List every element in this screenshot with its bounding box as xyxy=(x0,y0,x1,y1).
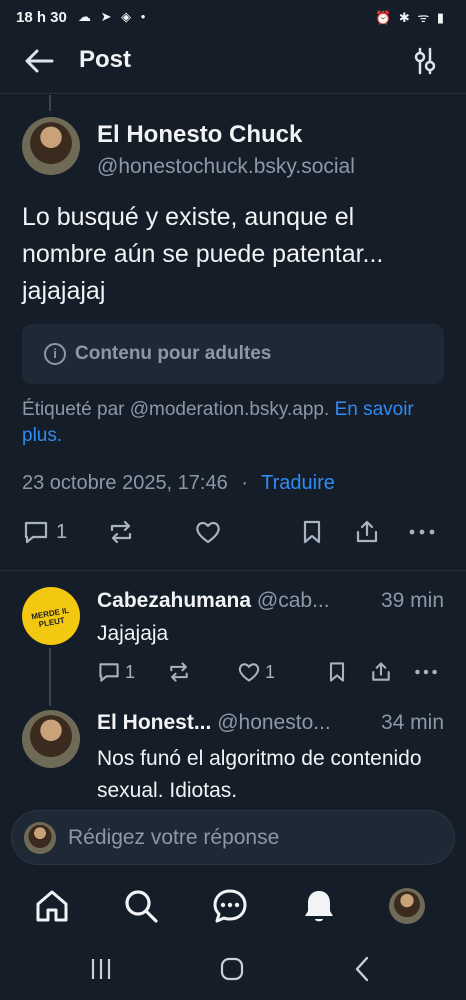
like-button[interactable]: 1 xyxy=(237,658,275,686)
nav-home[interactable] xyxy=(33,887,71,925)
date-separator: · xyxy=(241,472,248,494)
square-home-icon xyxy=(220,957,244,981)
thread-line xyxy=(49,95,51,111)
nav-messages[interactable] xyxy=(211,887,249,925)
more-options-button[interactable] xyxy=(407,515,437,549)
post-date-line: 23 octobre 2025, 17:46 · Traduire xyxy=(22,472,335,495)
reply-button[interactable]: 1 xyxy=(22,515,67,549)
search-icon xyxy=(125,890,158,923)
divider xyxy=(0,570,466,571)
translate-link[interactable]: Traduire xyxy=(261,472,335,494)
share-button[interactable] xyxy=(369,658,393,686)
system-icons: ⏰ ✱ ᯤ ▮ xyxy=(375,10,446,25)
reply-time: 39 min xyxy=(374,589,444,613)
like-count: 1 xyxy=(265,661,276,682)
author-handle[interactable]: @honestochuck.bsky.social xyxy=(97,155,355,179)
recent-apps-button[interactable] xyxy=(86,954,116,984)
page-title: Post xyxy=(79,46,132,73)
author-name[interactable]: El Honesto Chuck xyxy=(97,121,302,149)
back-button[interactable] xyxy=(22,46,56,76)
repost-button[interactable] xyxy=(167,658,191,686)
bookmark-icon xyxy=(329,662,345,682)
system-back-button[interactable] xyxy=(348,954,378,984)
reply-author[interactable]: El Honest... @honesto... xyxy=(97,711,331,735)
home-system-button[interactable] xyxy=(217,954,247,984)
more-icon xyxy=(409,529,435,535)
reply-composer[interactable]: Rédigez votre réponse xyxy=(11,810,455,865)
status-bar: 18 h 30 ☁ ➤ ◈ • ⏰ ✱ ᯤ ▮ xyxy=(0,0,466,34)
share-icon xyxy=(356,520,378,543)
chevron-left-icon xyxy=(355,956,369,982)
notification-icons: ☁ ➤ ◈ • xyxy=(78,9,149,24)
avatar-text: MERDE IL PLEUT xyxy=(30,605,70,630)
comment-icon xyxy=(24,521,48,544)
composer-placeholder: Rédigez votre réponse xyxy=(68,826,280,849)
thread-settings-button[interactable] xyxy=(410,46,440,76)
thread-line xyxy=(49,648,51,706)
reply-text: Jajajaja xyxy=(97,622,169,645)
comment-icon xyxy=(99,663,119,682)
post-text: Lo busqué y existe, aunque el nombre aún… xyxy=(22,203,384,305)
reply-time: 34 min xyxy=(380,711,444,734)
reply-button[interactable]: 1 xyxy=(97,658,135,686)
header-bar: Post xyxy=(0,34,466,94)
home-icon xyxy=(36,890,68,922)
post-actions: 1 xyxy=(22,515,444,551)
repost-icon xyxy=(110,520,132,544)
bookmark-icon xyxy=(303,520,321,544)
status-time: 18 h 30 xyxy=(16,9,67,26)
bookmark-button[interactable] xyxy=(325,658,349,686)
avatar xyxy=(24,822,56,854)
moderation-label-note: Étiqueté par @moderation.bsky.app. En sa… xyxy=(22,397,442,449)
content-warning-button[interactable]: i Contenu pour adultes xyxy=(22,324,444,384)
nav-search[interactable] xyxy=(122,887,160,925)
repost-icon xyxy=(170,662,188,682)
heart-icon xyxy=(238,663,260,682)
reply-text: Nos funó el algoritmo de contenido sexua… xyxy=(97,747,422,802)
more-options-button[interactable] xyxy=(413,658,439,686)
post-date: 23 octobre 2025, 17:46 xyxy=(22,472,228,494)
bell-icon xyxy=(305,891,333,922)
avatar[interactable] xyxy=(22,117,80,175)
reply-author-handle: @honesto... xyxy=(217,711,331,734)
share-icon xyxy=(372,662,390,681)
reply-actions: 1 1 xyxy=(97,658,444,688)
content-warning-label: Contenu pour adultes xyxy=(75,343,272,364)
reply-author-name: Cabezahumana xyxy=(97,589,252,612)
reply-count: 1 xyxy=(56,520,68,543)
info-icon: i xyxy=(44,343,66,365)
bookmark-button[interactable] xyxy=(298,515,326,549)
like-button[interactable] xyxy=(194,515,222,549)
nav-notifications[interactable] xyxy=(300,887,338,925)
reply-count: 1 xyxy=(125,661,136,682)
repost-button[interactable] xyxy=(107,515,135,549)
avatar[interactable] xyxy=(22,710,80,768)
more-icon xyxy=(415,669,437,675)
bottom-nav xyxy=(0,870,466,942)
sliders-icon xyxy=(414,47,436,75)
arrow-left-icon xyxy=(25,49,54,73)
avatar[interactable]: MERDE IL PLEUT xyxy=(22,587,80,645)
heart-icon xyxy=(196,521,220,544)
nav-profile-avatar[interactable] xyxy=(389,888,425,924)
chat-icon xyxy=(213,889,247,923)
reply-author-handle: @cab... xyxy=(256,589,330,612)
system-nav-bar xyxy=(0,942,466,1000)
recent-apps-icon xyxy=(91,959,111,979)
share-button[interactable] xyxy=(353,515,381,549)
label-note-text: Étiqueté par @moderation.bsky.app. xyxy=(22,399,330,420)
reply-author-name: El Honest... xyxy=(97,711,212,734)
